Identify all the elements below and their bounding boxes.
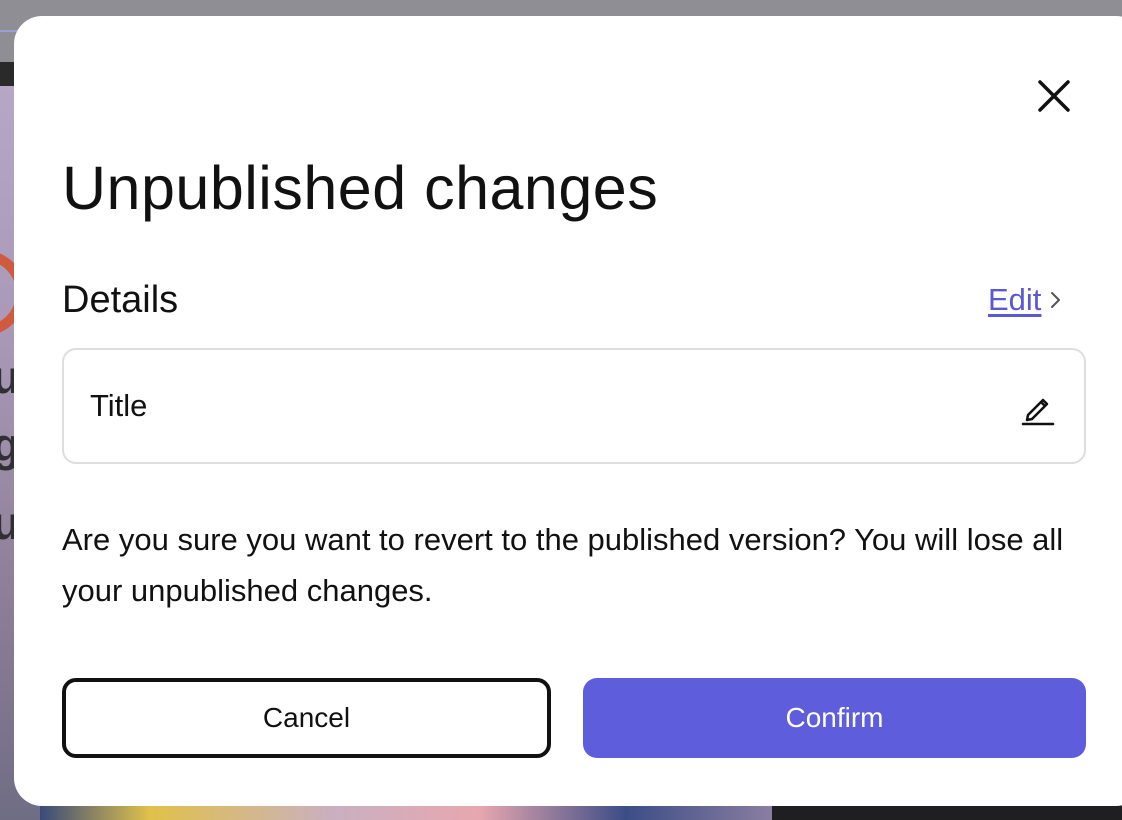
details-heading: Details — [62, 279, 179, 321]
confirm-button[interactable]: Confirm — [583, 678, 1086, 758]
cancel-button[interactable]: Cancel — [62, 678, 551, 758]
pencil-icon — [1021, 398, 1055, 426]
title-field-row: Title — [62, 348, 1086, 464]
close-icon — [1038, 80, 1070, 112]
confirmation-message: Are you sure you want to revert to the p… — [62, 522, 1064, 608]
title-field-label: Title — [90, 388, 148, 423]
edit-title-button[interactable] — [1020, 390, 1056, 426]
edit-details-link[interactable]: Edit — [988, 280, 1063, 320]
dialog-title: Unpublished changes — [62, 154, 659, 222]
close-button[interactable] — [1034, 76, 1074, 116]
edit-link-label: Edit — [988, 282, 1042, 317]
chevron-right-icon — [1049, 290, 1063, 310]
unpublished-changes-dialog: Unpublished changes Details Edit Title A… — [14, 16, 1122, 806]
